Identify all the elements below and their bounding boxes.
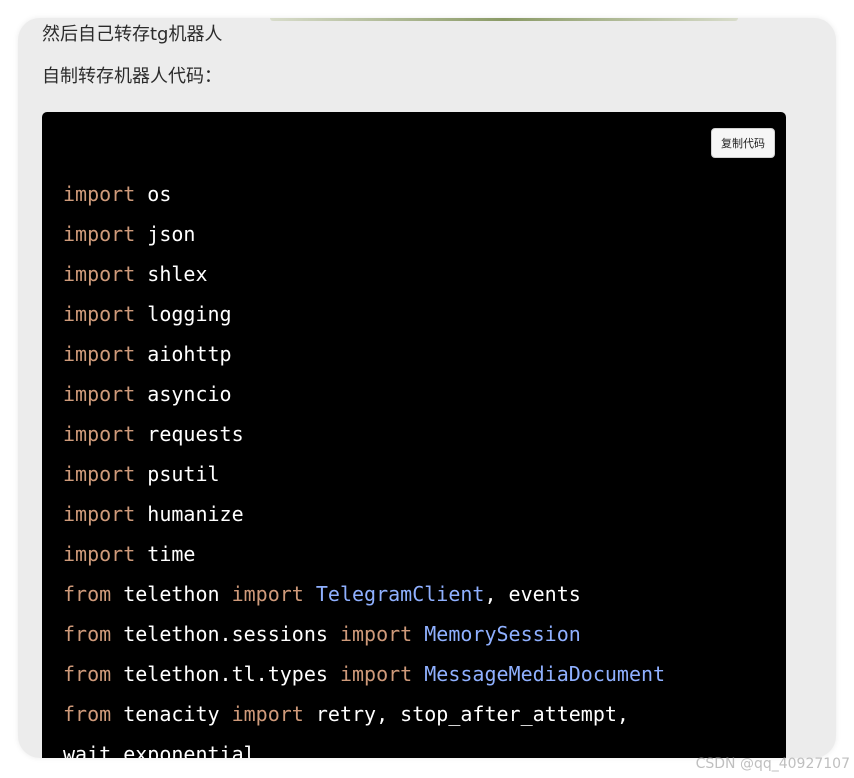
code-keyword: import xyxy=(63,502,136,526)
code-text: aiohttp xyxy=(135,342,232,366)
copy-code-button[interactable]: 复制代码 xyxy=(711,128,775,158)
code-text: time xyxy=(135,542,196,566)
code-line: import psutil xyxy=(63,454,665,494)
code-class-name: MemorySession xyxy=(424,622,581,646)
code-keyword: import xyxy=(63,382,136,406)
code-line: from telethon.sessions import MemorySess… xyxy=(63,614,665,654)
code-text: telethon xyxy=(111,582,232,606)
code-keyword: import xyxy=(63,342,136,366)
code-keyword: import xyxy=(339,622,413,646)
code-line: from tenacity import retry, stop_after_a… xyxy=(63,694,665,734)
code-line: import logging xyxy=(63,294,665,334)
code-keyword: import xyxy=(63,302,136,326)
code-text: asyncio xyxy=(135,382,232,406)
watermark: CSDN @qq_40927107 xyxy=(695,756,850,772)
code-text: telethon.sessions xyxy=(111,622,340,646)
code-keyword: import xyxy=(339,662,413,686)
code-text: psutil xyxy=(135,462,220,486)
code-keyword: from xyxy=(63,582,112,606)
code-block[interactable]: 复制代码 import os import json import shlex imp… xyxy=(42,112,786,758)
code-keyword: import xyxy=(63,462,136,486)
code-text: retry, stop_after_attempt, xyxy=(303,702,629,726)
code-keyword: import xyxy=(63,422,136,446)
code-text: tenacity xyxy=(111,702,232,726)
code-text: os xyxy=(135,182,172,206)
code-keyword: from xyxy=(63,702,112,726)
code-line: import requests xyxy=(63,414,665,454)
code-keyword: import xyxy=(231,582,304,606)
code-text: telethon.tl.types xyxy=(111,662,340,686)
paragraph-text: 然后自己转存tg机器人 xyxy=(42,24,223,45)
code-line: from telethon.tl.types import MessageMed… xyxy=(63,654,665,694)
code-keyword: import xyxy=(63,542,136,566)
code-class-name: MessageMediaDocument xyxy=(424,662,666,686)
code-intro-text: 自制转存机器人代码： xyxy=(42,66,222,87)
code-line: from telethon import TelegramClient, eve… xyxy=(63,574,665,614)
code-line: import aiohttp xyxy=(63,334,665,374)
code-text: wait_exponential xyxy=(63,742,256,758)
code-text: requests xyxy=(135,422,244,446)
code-line: import asyncio xyxy=(63,374,665,414)
previous-image-edge xyxy=(270,18,738,21)
code-keyword: import xyxy=(63,222,136,246)
code-text: logging xyxy=(135,302,232,326)
code-keyword: import xyxy=(63,182,136,206)
code-line: import shlex xyxy=(63,254,665,294)
code-text: shlex xyxy=(135,262,208,286)
code-keyword: from xyxy=(63,662,112,686)
code-line: wait_exponential xyxy=(63,734,665,758)
code-line: import humanize xyxy=(63,494,665,534)
article-panel: 然后自己转存tg机器人 自制转存机器人代码： 复制代码 import os imp… xyxy=(18,18,836,758)
code-text: humanize xyxy=(135,502,244,526)
code-lines: import os import json import shlex import l… xyxy=(63,174,665,758)
code-class-name: TelegramClient xyxy=(315,582,485,606)
code-text: , events xyxy=(484,582,581,606)
code-line: import os xyxy=(63,174,665,214)
code-keyword: from xyxy=(63,622,112,646)
code-keyword: import xyxy=(63,262,136,286)
code-keyword: import xyxy=(231,702,304,726)
code-line: import time xyxy=(63,534,665,574)
code-text: json xyxy=(135,222,196,246)
code-line: import json xyxy=(63,214,665,254)
